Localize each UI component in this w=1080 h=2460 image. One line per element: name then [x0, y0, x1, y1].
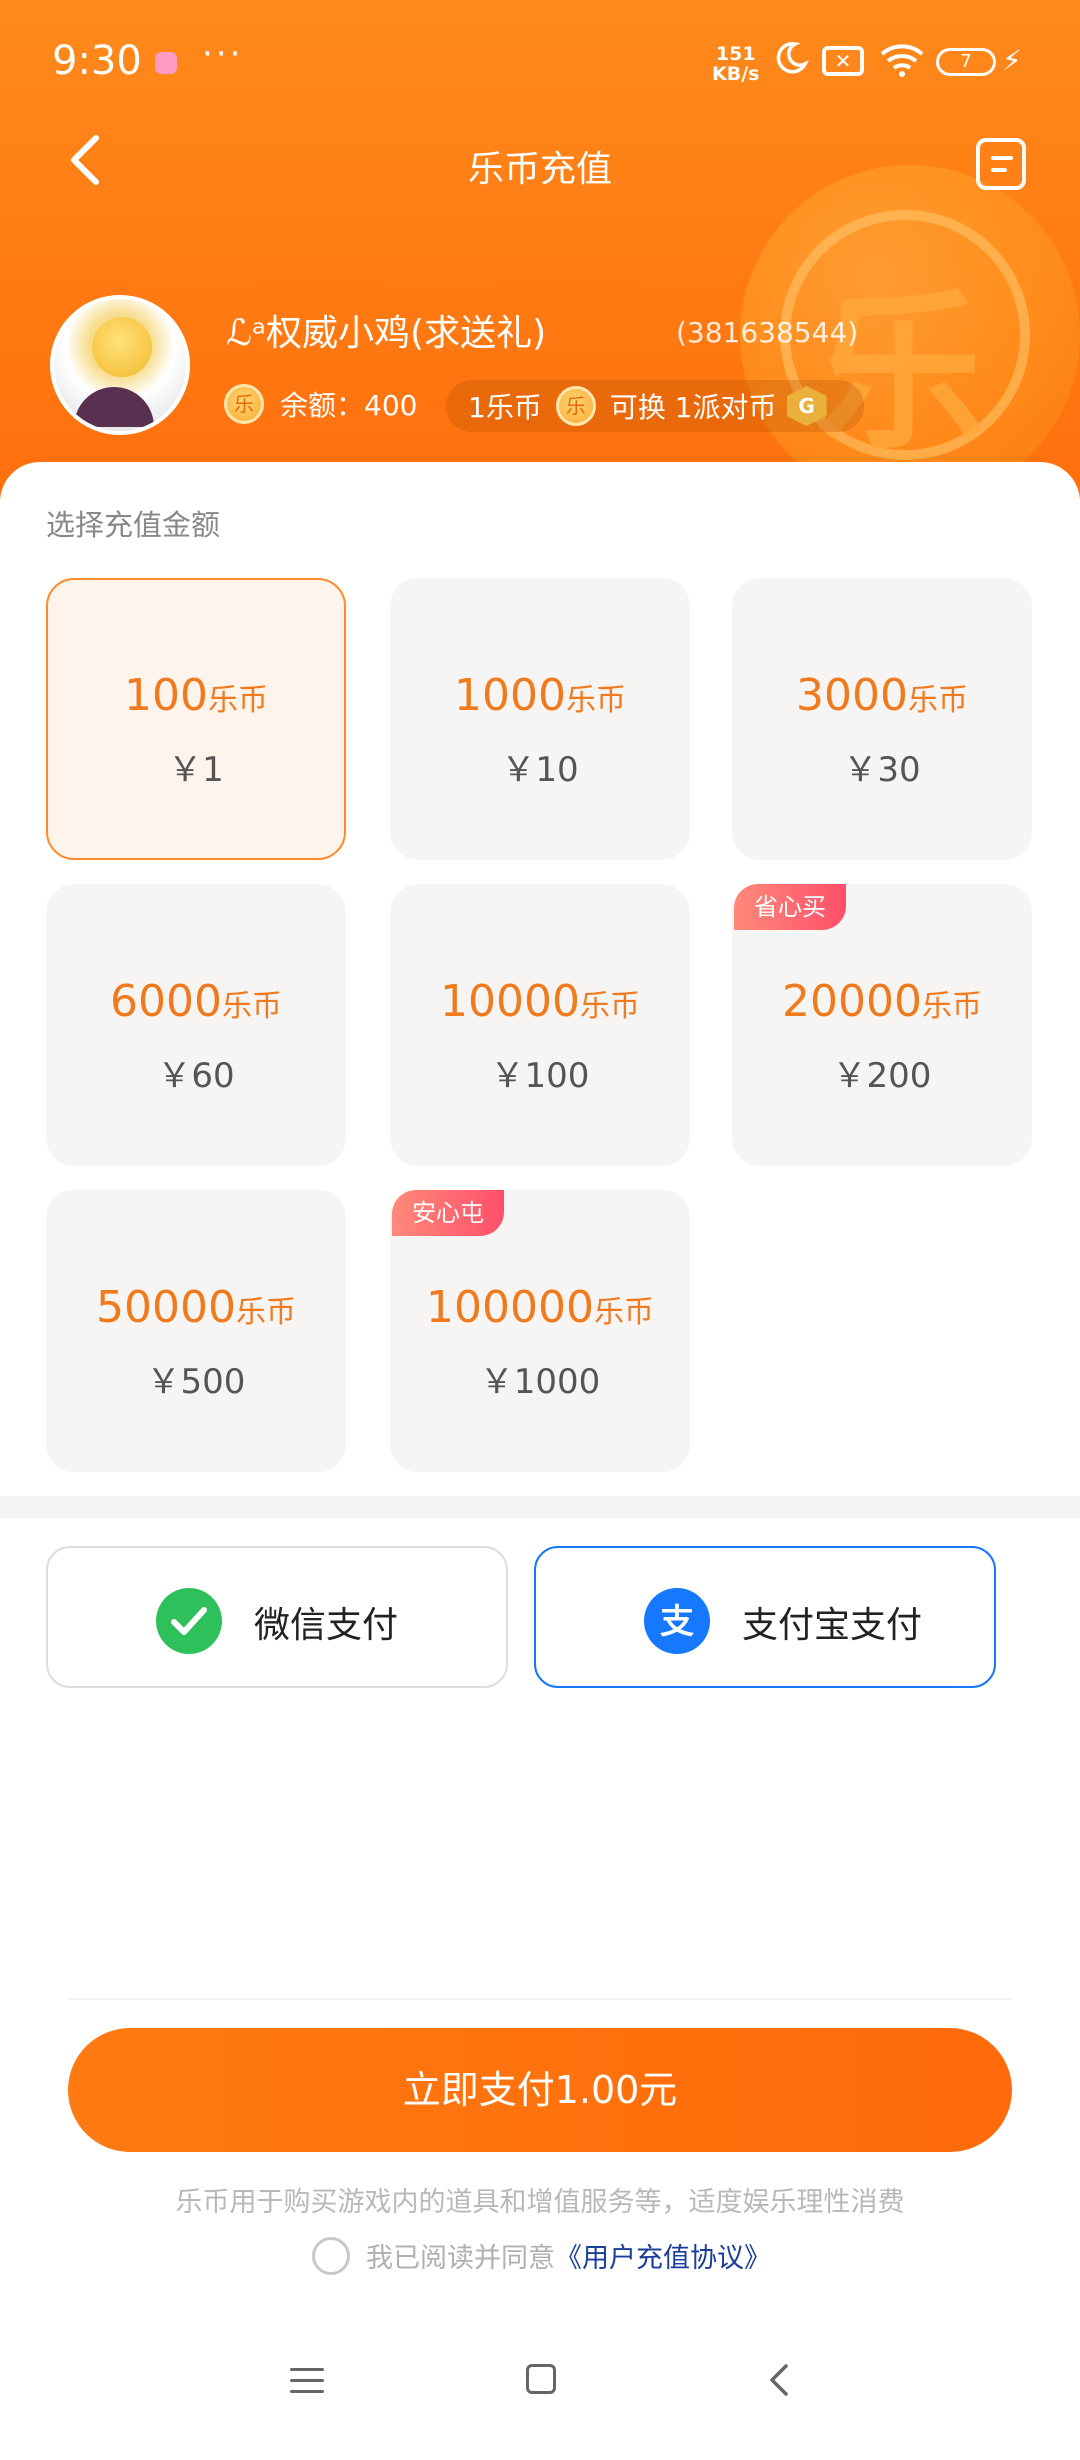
consumption-note: 乐币用于购买游戏内的道具和增值服务等，适度娱乐理性消费	[175, 2187, 905, 2218]
status-time: 9:30	[52, 38, 142, 84]
balance-label: 余额：400	[280, 389, 418, 422]
alipay-glyph: 支	[660, 1602, 694, 1642]
charging-icon: ⚡	[1002, 44, 1022, 77]
home-button[interactable]	[526, 2364, 556, 2394]
avatar[interactable]	[50, 295, 190, 435]
moon-icon	[776, 42, 809, 74]
section-title: 选择充值金额	[46, 508, 221, 542]
alipay-label: 支付宝支付	[742, 1605, 923, 1646]
user-id: (381638544)	[676, 316, 859, 349]
option-price: ￥1	[168, 750, 224, 790]
record-button[interactable]	[976, 138, 1026, 190]
option-price: ￥200	[832, 1056, 932, 1096]
option-coins: 100	[124, 670, 208, 721]
background-coin-glyph: 乐	[815, 275, 986, 473]
option-unit: 乐币	[921, 989, 982, 1024]
more-notifications-icon: ···	[202, 34, 244, 74]
option-price: ￥100	[490, 1056, 590, 1096]
option-coins: 3000	[796, 670, 908, 721]
recharge-option[interactable]: 1000乐币 ￥10	[390, 578, 690, 860]
header-banner: 乐 9:30 ··· 151 KB/s ✕ 7 ⚡ 乐币充值 ℒᵃ权威小鸡(求送…	[0, 0, 1080, 500]
option-unit: 乐币	[579, 989, 640, 1024]
wechat-icon	[156, 1588, 222, 1654]
option-price: ￥30	[843, 750, 921, 790]
footer-divider	[68, 1998, 1012, 2000]
network-speed-value: 151	[715, 43, 756, 65]
option-price: ￥1000	[479, 1362, 601, 1402]
page-title: 乐币充值	[467, 149, 612, 190]
option-unit: 乐币	[593, 1295, 654, 1330]
option-price: ￥500	[146, 1362, 246, 1402]
option-price: ￥60	[157, 1056, 235, 1096]
agree-text: 我已阅读并同意	[366, 2243, 555, 2274]
option-coins: 50000	[96, 1282, 236, 1333]
pay-now-button[interactable]: 立即支付1.00元	[68, 2028, 1012, 2152]
balance: 乐 余额：400	[224, 384, 417, 424]
agreement-row: 我已阅读并同意 《用户充值协议》	[312, 2236, 771, 2275]
wifi-icon	[880, 44, 924, 77]
system-navigation-bar	[0, 2346, 1080, 2426]
option-unit: 乐币	[907, 683, 968, 718]
section-divider	[0, 1496, 1080, 1518]
agree-checkbox[interactable]	[312, 2236, 350, 2275]
option-unit: 乐币	[207, 683, 268, 718]
recharge-panel: 选择充值金额 100乐币 ￥1 1000乐币 ￥10 3000乐币 ￥30 60…	[0, 462, 1080, 1502]
username: ℒᵃ权威小鸡(求送礼)	[226, 313, 547, 354]
wechat-pay-label: 微信支付	[254, 1605, 399, 1646]
battery-icon: 7	[936, 48, 996, 76]
recharge-option[interactable]: 省心买 20000乐币 ￥200	[732, 884, 1032, 1166]
avatar-chick-image	[92, 317, 152, 377]
option-coins: 6000	[110, 976, 222, 1027]
system-back-button[interactable]	[760, 2360, 800, 2400]
recharge-option[interactable]: 3000乐币 ￥30	[732, 578, 1032, 860]
status-bar: 9:30 ··· 151 KB/s ✕ 7 ⚡	[0, 0, 1080, 120]
option-price: ￥10	[501, 750, 579, 790]
exchange-rate-pill: 1乐币 乐 可换 1派对币 G	[446, 380, 864, 432]
option-coins: 20000	[782, 976, 922, 1027]
sim-x-icon: ✕	[822, 46, 864, 76]
option-coins: 100000	[426, 1282, 594, 1333]
network-speed-unit: KB/s	[712, 63, 760, 85]
option-coins: 1000	[454, 670, 566, 721]
recharge-option[interactable]: 6000乐币 ￥60	[46, 884, 346, 1166]
recharge-option[interactable]: 10000乐币 ￥100	[390, 884, 690, 1166]
option-tag: 省心买	[734, 884, 846, 930]
alipay-icon: 支	[644, 1588, 710, 1654]
recent-apps-button[interactable]	[290, 2368, 324, 2394]
option-unit: 乐币	[221, 989, 282, 1024]
option-tag: 安心屯	[392, 1190, 504, 1236]
option-unit: 乐币	[565, 683, 626, 718]
le-coin-icon: 乐	[555, 386, 596, 426]
option-unit: 乐币	[235, 1295, 296, 1330]
wechat-icon-bg	[156, 1588, 222, 1654]
recharge-option[interactable]: 100乐币 ￥1	[46, 578, 346, 860]
agreement-link[interactable]: 《用户充值协议》	[555, 2236, 771, 2275]
app-notification-icon	[155, 52, 177, 74]
recharge-option[interactable]: 安心屯 100000乐币 ￥1000	[390, 1190, 690, 1472]
party-coin-icon: G	[786, 386, 827, 426]
exchange-to: 可换 1派对币	[609, 391, 777, 424]
exchange-from: 1乐币	[468, 391, 542, 424]
recharge-option[interactable]: 50000乐币 ￥500	[46, 1190, 346, 1472]
alipay-button[interactable]: 支 支付宝支付	[534, 1546, 996, 1688]
le-coin-icon: 乐	[224, 384, 264, 424]
network-speed: 151 KB/s	[712, 44, 759, 84]
wechat-pay-button[interactable]: 微信支付	[46, 1546, 508, 1688]
option-coins: 10000	[440, 976, 580, 1027]
